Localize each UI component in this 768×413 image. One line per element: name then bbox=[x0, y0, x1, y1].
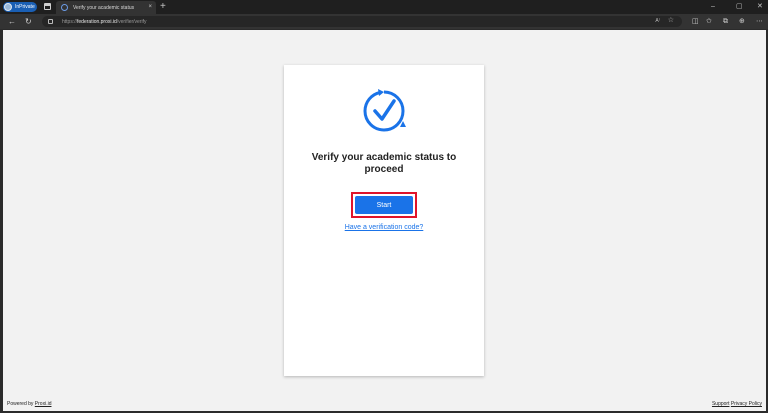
address-bar[interactable]: https://federation.proxi.id/verifier/ver… bbox=[42, 16, 682, 27]
read-aloud-icon[interactable]: A⁾ bbox=[655, 18, 660, 24]
verification-code-link[interactable]: Have a verification code? bbox=[284, 224, 484, 231]
proxi-link[interactable]: Proxi.id bbox=[35, 401, 52, 407]
page-heading: Verify your academic status to proceed bbox=[311, 152, 457, 175]
page-viewport: Verify your academic status to proceed S… bbox=[3, 30, 766, 411]
privacy-policy-link[interactable]: Privacy Policy bbox=[731, 401, 762, 407]
verification-card: Verify your academic status to proceed S… bbox=[284, 65, 484, 376]
back-icon[interactable]: ← bbox=[8, 16, 16, 27]
verified-check-icon bbox=[363, 89, 406, 132]
more-menu-icon[interactable]: ⋯ bbox=[756, 16, 763, 27]
favorite-star-icon[interactable]: ☆ bbox=[668, 17, 674, 25]
extensions-icon[interactable]: ⧉ bbox=[723, 16, 728, 27]
url-text: https://federation.proxi.id/verifier/ver… bbox=[62, 18, 147, 25]
avatar bbox=[4, 3, 12, 11]
inprivate-label: InPrivate bbox=[15, 4, 35, 10]
inprivate-profile-button[interactable]: InPrivate bbox=[3, 2, 37, 12]
tab-title: Verify your academic status bbox=[73, 4, 135, 11]
refresh-icon[interactable]: ↻ bbox=[25, 16, 32, 27]
split-screen-icon[interactable]: ◫ bbox=[692, 16, 699, 27]
tab-strip: InPrivate Verify your academic status × … bbox=[0, 0, 768, 14]
support-link[interactable]: Support bbox=[712, 401, 730, 407]
powered-by: Powered by Proxi.id bbox=[7, 401, 52, 407]
close-window-icon[interactable]: ✕ bbox=[757, 1, 763, 12]
favorites-icon[interactable]: ✩ bbox=[706, 16, 712, 27]
new-tab-icon[interactable]: + bbox=[160, 1, 166, 13]
maximize-icon[interactable]: ▢ bbox=[736, 1, 743, 12]
collections-icon[interactable]: ⊕ bbox=[739, 16, 745, 27]
tab-actions-icon[interactable] bbox=[44, 3, 51, 10]
browser-toolbar: ← ↻ https://federation.proxi.id/verifier… bbox=[0, 14, 768, 29]
tab-verify[interactable]: Verify your academic status × bbox=[56, 1, 156, 14]
lock-icon[interactable] bbox=[48, 19, 53, 24]
minimize-icon[interactable]: – bbox=[711, 1, 715, 12]
start-button[interactable]: Start bbox=[355, 196, 413, 214]
favicon-icon bbox=[61, 4, 68, 11]
start-button-highlight: Start bbox=[351, 192, 417, 218]
tab-close-icon[interactable]: × bbox=[148, 4, 152, 10]
footer-links: Support Privacy Policy bbox=[712, 401, 762, 407]
